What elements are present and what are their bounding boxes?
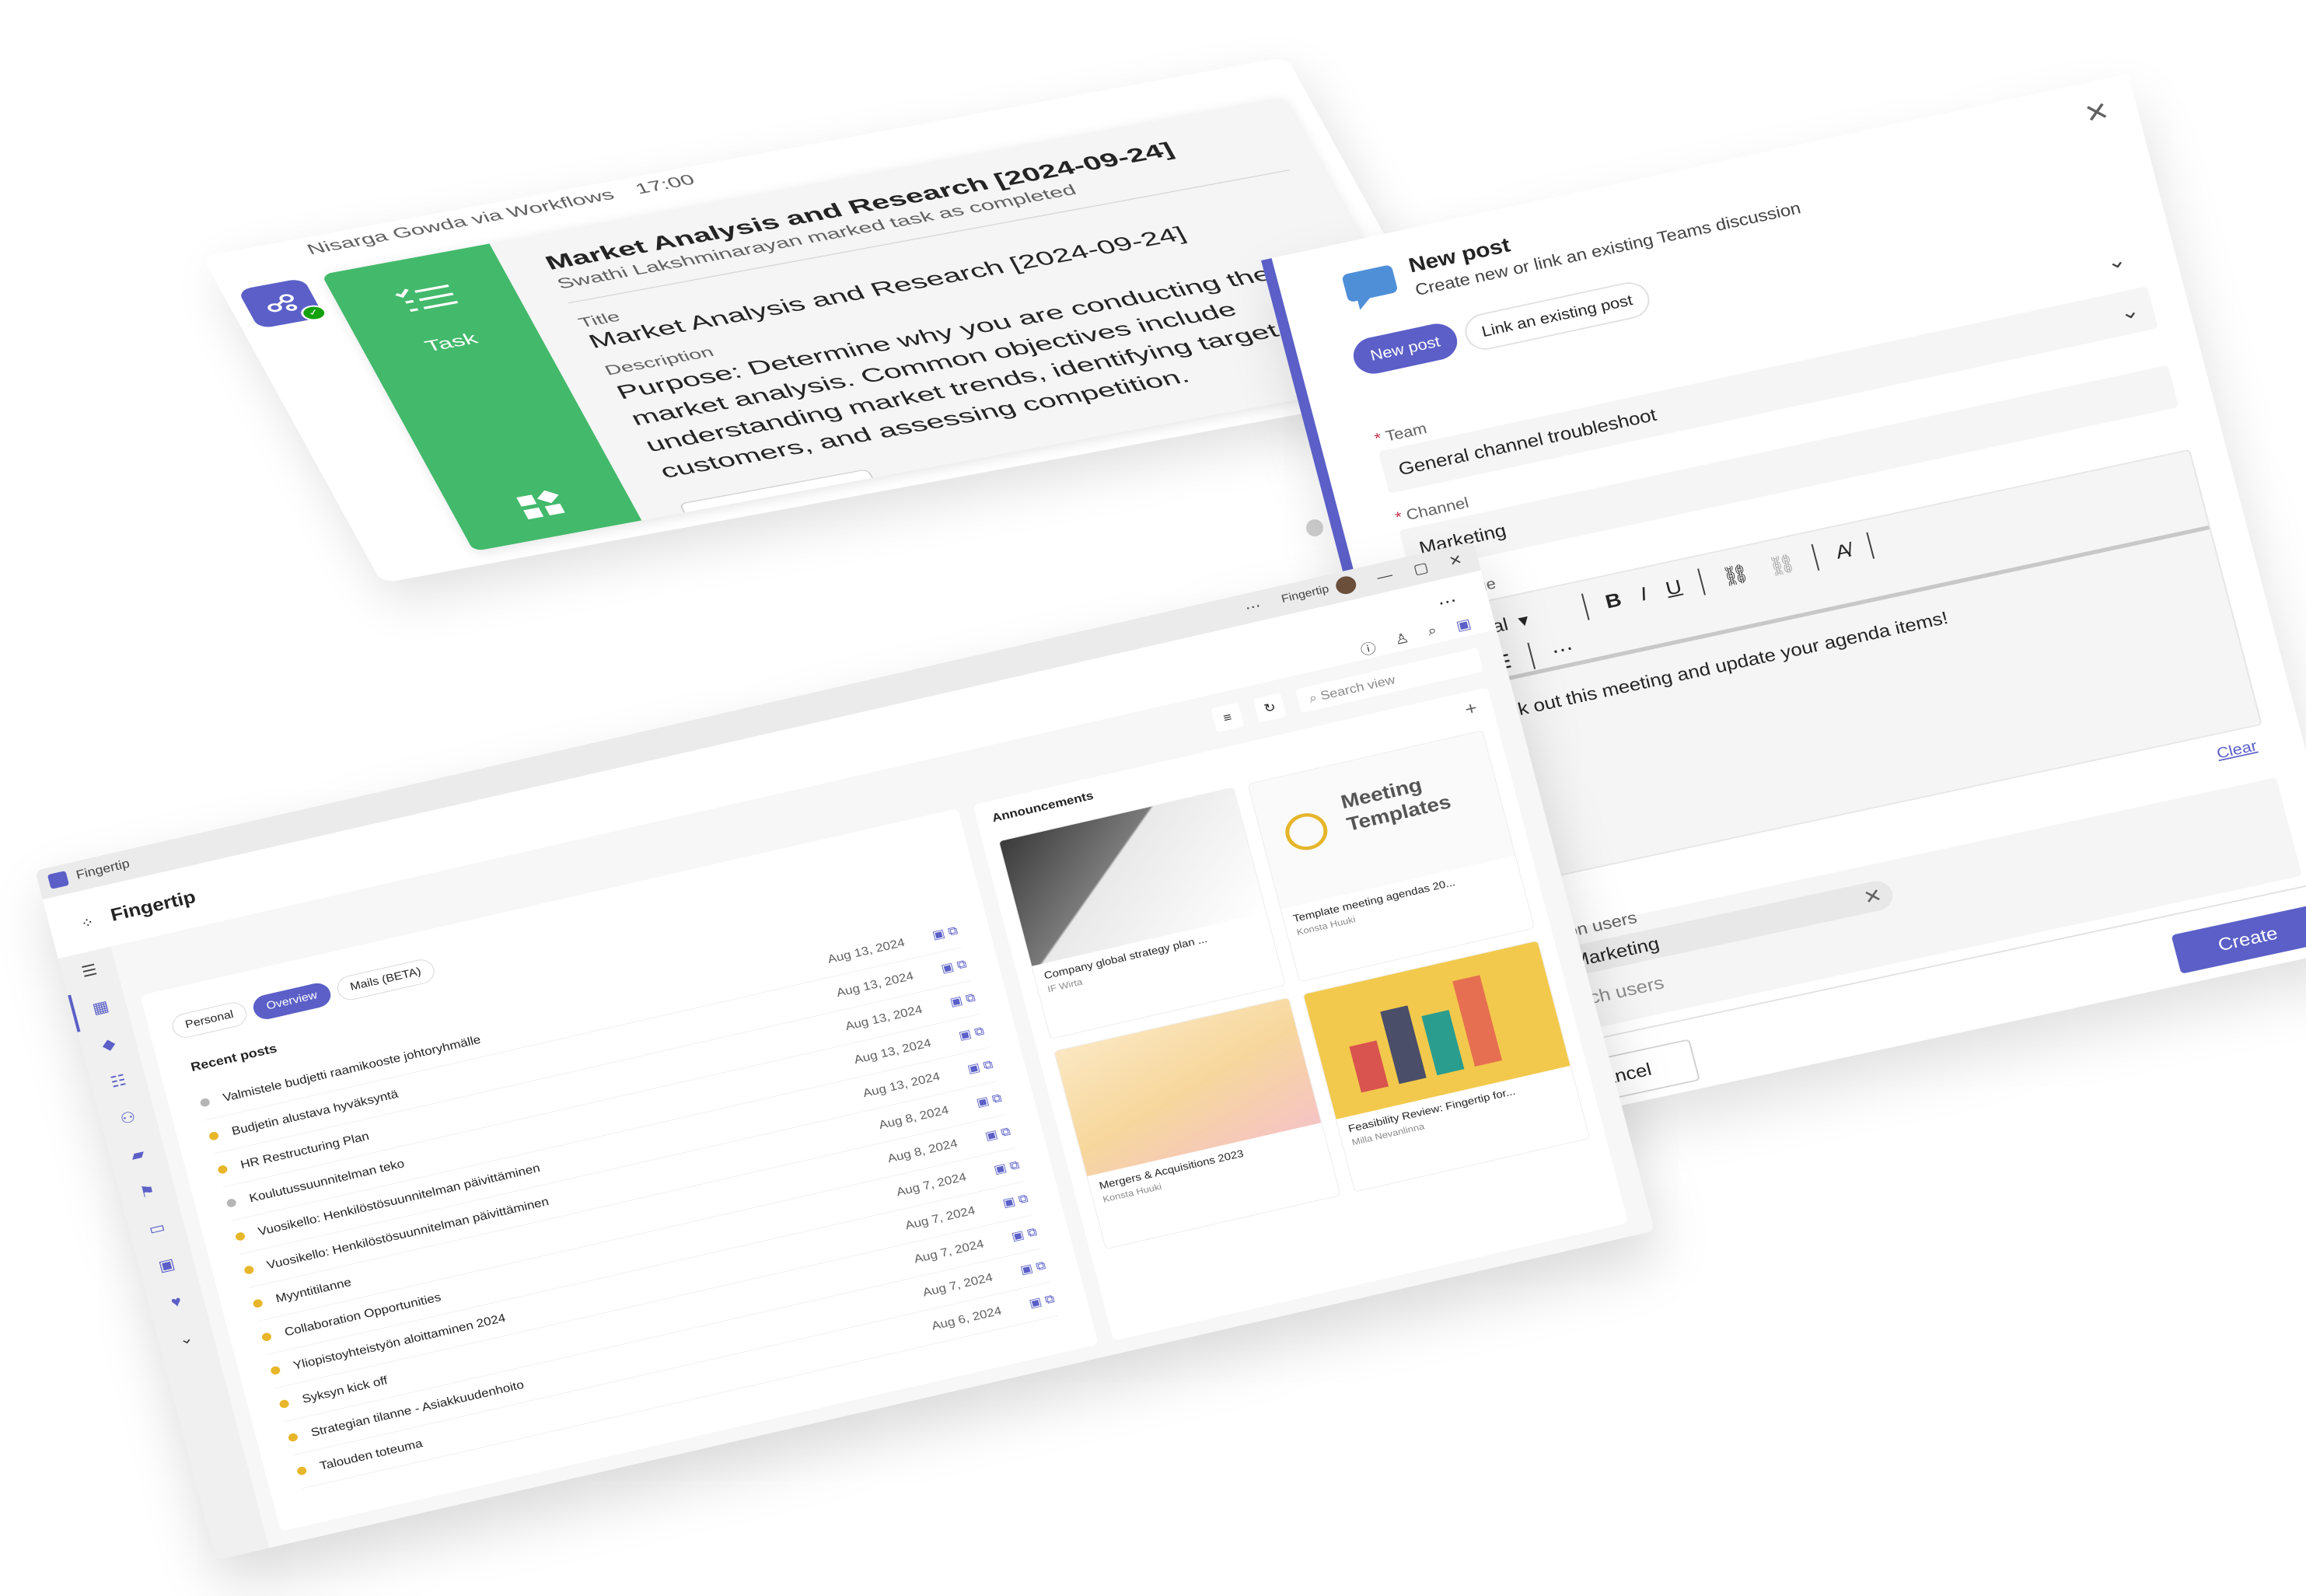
required-mark: * <box>1372 429 1384 448</box>
more-icon[interactable]: ⋯ <box>1436 590 1459 613</box>
task-list-icon <box>395 284 459 313</box>
view-tabs: Personal Overview Mails (BETA) <box>169 956 438 1041</box>
add-app-icon[interactable]: ▣ <box>1454 615 1473 637</box>
minimize-icon[interactable]: — <box>1375 567 1395 585</box>
decorative-dot <box>1306 519 1323 536</box>
announcements-grid: Company global strategy plan ... IF Wirt… <box>998 730 1591 1250</box>
status-dot <box>278 1399 290 1409</box>
chevron-down-icon: ⌄ <box>2117 299 2142 325</box>
more-icon[interactable]: ⋯ <box>1243 596 1263 616</box>
status-dot <box>296 1465 308 1476</box>
underline-button[interactable]: U <box>1663 576 1684 600</box>
status-dot <box>208 1130 220 1141</box>
announcement-card[interactable]: Company global strategy plan ... IF Wirt… <box>998 787 1286 1039</box>
illustration-bar <box>1349 1040 1389 1093</box>
teams-and-open-icons[interactable]: ▣ ⧉ <box>982 1225 1039 1250</box>
tab-overview[interactable]: Overview <box>250 980 334 1022</box>
status-dot <box>260 1332 273 1343</box>
illustration-bar <box>1421 1010 1465 1076</box>
teams-and-open-icons[interactable]: ▣ ⧉ <box>973 1192 1030 1217</box>
image-text: Meeting Templates <box>1338 774 1453 836</box>
close-icon[interactable]: ✕ <box>2081 96 2113 131</box>
announcement-card[interactable]: Mergers & Acquisitions 2023 Konsta Huuki <box>1053 997 1341 1250</box>
remove-link-icon[interactable]: ⛓ <box>1766 551 1798 578</box>
more-options-icon[interactable]: ⋯ <box>1549 636 1576 662</box>
teams-and-open-icons[interactable]: ▣ ⧉ <box>964 1158 1021 1183</box>
close-icon[interactable]: ✕ <box>1447 550 1464 570</box>
teams-and-open-icons[interactable]: ▣ ⧉ <box>956 1125 1012 1150</box>
clear-link[interactable]: Clear <box>2215 737 2259 763</box>
status-dot <box>234 1231 246 1242</box>
workflows-app-icon: ✓ <box>237 278 330 330</box>
teams-and-open-icons[interactable]: ▣ ⧉ <box>991 1259 1047 1283</box>
maximize-icon[interactable]: ▢ <box>1411 558 1430 578</box>
task-strip-label: Task <box>421 329 481 355</box>
announcement-card[interactable]: Feasibility Review: Fingertip for... Mil… <box>1302 940 1591 1193</box>
add-icon[interactable]: + <box>1462 697 1480 721</box>
info-icon[interactable]: ⓘ <box>1358 637 1378 659</box>
adaptive-card: Task Market Analysis and Research [2024-… <box>321 96 1436 552</box>
teams-and-open-icons[interactable]: ▣ ⧉ <box>947 1091 1004 1116</box>
avatar <box>1334 574 1359 596</box>
teams-and-open-icons[interactable]: ▣ ⧉ <box>903 924 959 948</box>
app-grid-icon[interactable]: ⁘ <box>79 913 96 933</box>
teams-and-open-icons[interactable]: ▣ ⧉ <box>921 990 977 1015</box>
status-dot <box>243 1265 255 1276</box>
chat-bubble-icon <box>1342 265 1398 310</box>
teams-and-open-icons[interactable]: ▣ ⧉ <box>912 957 969 982</box>
tab-link-existing-post[interactable]: Link an existing post <box>1460 278 1654 354</box>
toolbar-separator <box>1527 642 1536 669</box>
task-title: Market Analysis and Research [2024-09-24… <box>541 138 1178 274</box>
toolbar-separator <box>1697 568 1707 595</box>
search-icon[interactable]: ⌕ <box>1426 623 1439 644</box>
tab-new-post[interactable]: New post <box>1349 320 1462 378</box>
italic-button[interactable]: I <box>1638 583 1650 606</box>
open-task-button[interactable]: Open task <box>678 468 890 543</box>
status-dot <box>217 1164 229 1175</box>
announcement-card[interactable]: Meeting Templates Template meeting agend… <box>1247 730 1536 983</box>
status-dot <box>252 1298 264 1309</box>
bold-button[interactable]: B <box>1603 588 1624 613</box>
refresh-icon[interactable]: ↻ <box>1253 693 1287 723</box>
create-button[interactable]: Create <box>2171 904 2306 974</box>
status-dot <box>270 1365 281 1376</box>
teams-and-open-icons[interactable]: ▣ ⧉ <box>938 1058 994 1083</box>
status-dot <box>199 1097 211 1108</box>
meeting-templates-logo-icon <box>1281 808 1332 854</box>
toolbar-separator <box>1811 543 1820 571</box>
illustration-bar <box>1380 1005 1427 1084</box>
required-mark: * <box>1393 508 1405 526</box>
toolbar-separator <box>1866 532 1875 559</box>
status-dot <box>225 1198 237 1208</box>
window-surface: Fingertip ⋯ Fingertip — ▢ ✕ ⁘ Fingertip … <box>35 541 1655 1560</box>
chevron-down-icon: ⌄ <box>2104 248 2129 274</box>
fingertip-app-window: Fingertip ⋯ Fingertip — ▢ ✕ ⁘ Fingertip … <box>35 541 1655 1560</box>
recent-posts-panel: Personal Overview Mails (BETA) Recent po… <box>140 808 1099 1531</box>
tab-personal[interactable]: Personal <box>169 1000 250 1041</box>
person-icon[interactable]: ♙ <box>1392 629 1411 651</box>
titlebar-user-label: Fingertip <box>1280 583 1330 606</box>
window-title: Fingertip <box>74 856 131 882</box>
recent-posts-title: Recent posts <box>189 1041 278 1074</box>
planner-logo-icon <box>516 490 565 520</box>
tab-mails[interactable]: Mails (BETA) <box>334 956 438 1003</box>
teams-logo-icon <box>47 870 70 889</box>
app-name: Fingertip <box>108 885 198 926</box>
toolbar-separator <box>1581 593 1590 620</box>
timestamp: 17:00 <box>632 171 698 197</box>
announcements-title: Announcements <box>991 788 1095 825</box>
remove-chip-icon[interactable]: ✕ <box>1861 880 1886 913</box>
teams-and-open-icons[interactable]: ▣ ⧉ <box>929 1024 986 1049</box>
filter-icon[interactable]: ≡ <box>1211 702 1245 733</box>
search-view-placeholder: Search view <box>1319 672 1397 703</box>
teams-and-open-icons[interactable]: ▣ ⧉ <box>1000 1292 1057 1317</box>
insert-link-icon[interactable]: ⛓ <box>1719 561 1752 588</box>
status-dot <box>287 1432 299 1443</box>
clear-format-icon[interactable]: A̸ <box>1833 540 1853 564</box>
workflow-nodes-icon <box>267 294 298 313</box>
